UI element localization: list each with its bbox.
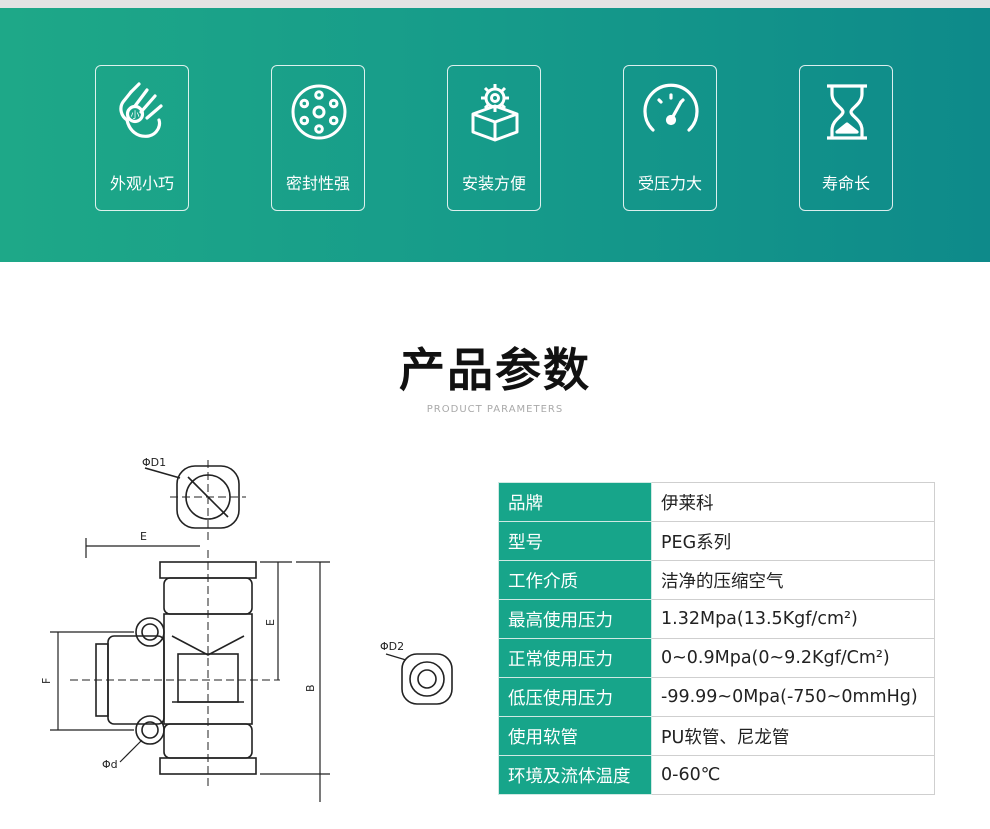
table-row: 低压使用压力 -99.99~0Mpa(-750~0mmHg) (498, 677, 935, 717)
e-side-label: E (264, 619, 277, 626)
feature-card-install: 安装方便 (447, 65, 541, 211)
e-top-label: E (140, 530, 147, 543)
f-ext-lines (50, 631, 134, 731)
gear-box-icon (471, 84, 519, 142)
top-divider (0, 0, 990, 8)
param-value: 0~0.9Mpa(0~9.2Kgf/Cm²) (651, 638, 935, 678)
hand-badge-text: 小 (130, 110, 139, 121)
table-row: 最高使用压力 1.32Mpa(13.5Kgf/cm²) (498, 599, 935, 639)
feature-banner: 小 外观小巧 密封性强 安装方便 受压力大 寿命长 (0, 8, 990, 262)
seal-ring-icon (291, 84, 347, 140)
d2-label: ΦD2 (380, 640, 404, 653)
table-row: 工作介质 洁净的压缩空气 (498, 560, 935, 600)
param-value: PEG系列 (651, 521, 935, 561)
f-label: F (40, 678, 53, 684)
port-d2-view: ΦD2 (380, 640, 453, 705)
table-row: 环境及流体温度 0-60℃ (498, 755, 935, 795)
pressure-gauge-icon (643, 83, 699, 132)
param-key: 低压使用压力 (498, 677, 652, 717)
d2-leader (385, 653, 407, 661)
param-value: 0-60℃ (651, 755, 935, 795)
param-value: PU软管、尼龙管 (651, 716, 935, 756)
param-value: -99.99~0Mpa(-750~0mmHg) (651, 677, 935, 717)
hand-ok-icon: 小 (119, 82, 163, 138)
feature-label: 密封性强 (285, 174, 350, 193)
upper-side-port (135, 617, 165, 647)
hourglass-icon (827, 84, 867, 140)
table-row: 正常使用压力 0~0.9Mpa(0~9.2Kgf/Cm²) (498, 638, 935, 678)
feature-card-sealing: 密封性强 (271, 65, 365, 211)
feature-label: 外观小巧 (109, 174, 174, 193)
param-key: 品牌 (498, 482, 652, 522)
param-value: 1.32Mpa(13.5Kgf/cm²) (651, 599, 935, 639)
b-label: B (304, 684, 317, 692)
tee-fitting-drawing: ΦD1 E Φd F E B (40, 456, 330, 802)
lower-side-port (135, 715, 165, 745)
table-row: 品牌 伊莱科 (498, 482, 935, 522)
params-table: 品牌 伊莱科 型号 PEG系列 工作介质 洁净的压缩空气 最高使用压力 1.32… (498, 482, 935, 795)
param-key: 使用软管 (498, 716, 652, 756)
param-key: 环境及流体温度 (498, 755, 652, 795)
param-value: 洁净的压缩空气 (651, 560, 935, 600)
param-key: 正常使用压力 (498, 638, 652, 678)
feature-label: 受压力大 (637, 174, 702, 193)
d-leader (119, 739, 143, 763)
table-row: 使用软管 PU软管、尼龙管 (498, 716, 935, 756)
feature-card-compact: 小 外观小巧 (95, 65, 189, 211)
feature-card-pressure: 受压力大 (623, 65, 717, 211)
port-d2-inner (417, 669, 437, 689)
section-title: 产品参数 (399, 343, 591, 397)
feature-card-lifespan: 寿命长 (799, 65, 893, 211)
upper-side-port-inner (141, 623, 159, 641)
param-key: 型号 (498, 521, 652, 561)
table-row: 型号 PEG系列 (498, 521, 935, 561)
d1-leader-line (144, 467, 181, 479)
port-d2-circle (409, 661, 445, 697)
d1-label: ΦD1 (142, 456, 166, 469)
param-value: 伊莱科 (651, 482, 935, 522)
section-subtitle: PRODUCT PARAMETERS (426, 404, 564, 415)
top-body (163, 577, 253, 615)
param-key: 工作介质 (498, 560, 652, 600)
feature-label: 安装方便 (461, 174, 526, 193)
feature-label: 寿命长 (821, 174, 870, 193)
bottom-body (163, 723, 253, 759)
param-key: 最高使用压力 (498, 599, 652, 639)
d-label: Φd (102, 758, 118, 771)
